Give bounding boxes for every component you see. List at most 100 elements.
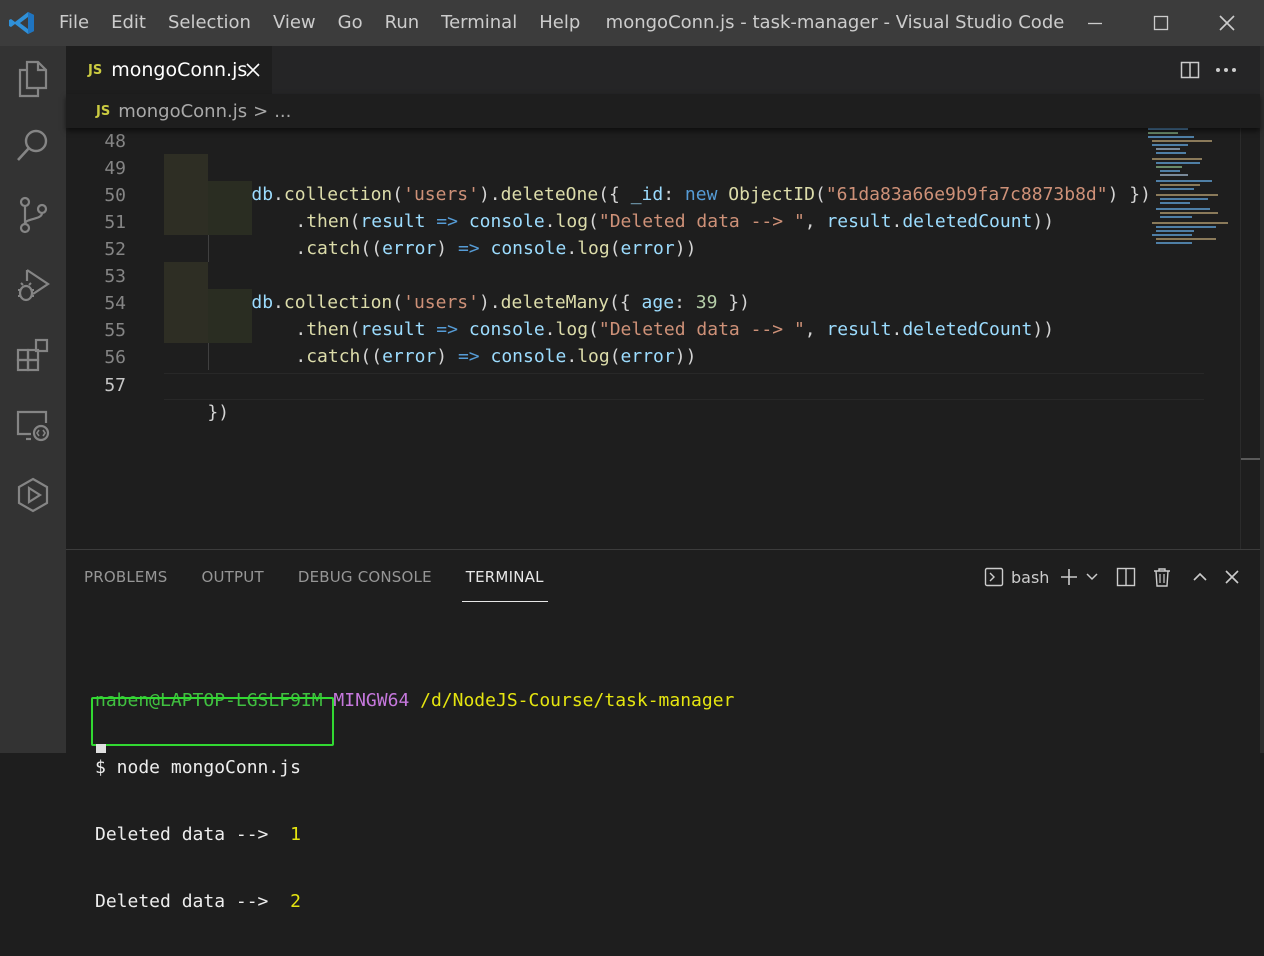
prompt-env: MINGW64 <box>333 690 410 711</box>
line-number: 48 <box>104 131 126 152</box>
indent-guide-line <box>208 343 209 370</box>
menu-go[interactable]: Go <box>327 0 374 46</box>
code-line-57: }) <box>207 402 230 423</box>
terminal-cursor <box>96 744 106 753</box>
kill-terminal-button[interactable] <box>1153 564 1171 590</box>
prompt-path: /d/NodeJS-Course/task-manager <box>420 690 735 711</box>
indent-guide-block <box>164 154 208 181</box>
menu-terminal[interactable]: Terminal <box>430 0 528 46</box>
indent-guide-block <box>164 289 208 316</box>
menu-run[interactable]: Run <box>374 0 431 46</box>
window-edge <box>1260 46 1264 753</box>
terminal-shell-selector[interactable]: bash <box>984 564 1049 590</box>
line-number: 49 <box>104 158 126 179</box>
minimize-button[interactable] <box>1062 0 1128 46</box>
editor-tab-bar: JS mongoConn.js <box>66 46 1260 94</box>
js-file-icon: JS <box>88 62 103 78</box>
terminal-output[interactable]: naben@LAPTOP-LGSLF9IM MINGW64 /d/NodeJS-… <box>95 646 734 956</box>
menu-edit[interactable]: Edit <box>100 0 157 46</box>
line-number: 53 <box>104 266 126 287</box>
output-line: Deleted data --> 2 <box>95 891 301 912</box>
maximize-panel-button[interactable] <box>1191 564 1209 590</box>
line-number: 52 <box>104 239 126 260</box>
split-terminal-icon <box>1116 567 1136 587</box>
source-control-icon <box>19 196 48 234</box>
output-line: Deleted data --> 1 <box>95 824 301 845</box>
code-editor[interactable]: 48 49 50 51 52 53 54 55 56 57 db.collect… <box>66 128 1260 549</box>
tab-label: mongoConn.js <box>111 59 248 81</box>
breadcrumb-file[interactable]: mongoConn.js <box>118 101 247 122</box>
tab-debug-console[interactable]: DEBUG CONSOLE <box>298 550 432 602</box>
tab-output[interactable]: OUTPUT <box>201 550 263 602</box>
activity-bar <box>0 46 66 753</box>
terminal-dropdown-button[interactable] <box>1085 564 1099 590</box>
menu-bar: File Edit Selection View Go Run Terminal… <box>48 0 591 46</box>
code-line-55: .catch((error) => console.log(error)) <box>295 346 697 367</box>
line-number: 50 <box>104 185 126 206</box>
chevron-up-icon <box>1193 572 1207 581</box>
activity-testing[interactable] <box>0 462 66 528</box>
shell-label: bash <box>1011 567 1050 587</box>
window-title: mongoConn.js - task-manager - Visual Stu… <box>605 12 1065 33</box>
menu-view[interactable]: View <box>262 0 327 46</box>
vscode-logo-icon <box>9 12 34 34</box>
menu-selection[interactable]: Selection <box>157 0 262 46</box>
terminal-icon <box>984 567 1004 587</box>
code-line-50: .then(result => console.log("Deleted dat… <box>295 211 1055 232</box>
minimize-icon <box>1088 22 1102 25</box>
split-editor-icon <box>1180 61 1200 79</box>
indent-guide-block <box>164 181 208 208</box>
js-file-icon: JS <box>96 103 111 119</box>
breadcrumb: JS mongoConn.js > ... <box>66 94 1260 128</box>
activity-extensions[interactable] <box>0 322 66 388</box>
line-number: 57 <box>104 375 126 396</box>
minimap[interactable] <box>1146 128 1236 248</box>
line-number: 55 <box>104 320 126 341</box>
code-line-51: .catch((error) => console.log(error)) <box>295 238 697 259</box>
code-line-54: .then(result => console.log("Deleted dat… <box>295 319 1055 340</box>
activity-remote-explorer[interactable] <box>0 392 66 458</box>
code-line-53: db.collection('users').deleteMany({ age:… <box>251 292 750 313</box>
maximize-icon <box>1153 15 1169 31</box>
close-window-button[interactable] <box>1194 0 1260 46</box>
explorer-icon <box>18 60 48 98</box>
close-tab-icon[interactable] <box>244 61 262 79</box>
line-number: 56 <box>104 347 126 368</box>
indent-guide-line <box>208 235 209 262</box>
activity-run-debug[interactable] <box>0 252 66 318</box>
activity-explorer[interactable] <box>0 46 66 112</box>
title-bar: File Edit Selection View Go Run Terminal… <box>0 0 1264 46</box>
chevron-down-icon <box>1086 573 1098 581</box>
run-debug-icon <box>18 269 50 302</box>
split-terminal-button[interactable] <box>1116 564 1136 590</box>
new-terminal-button[interactable] <box>1059 564 1079 590</box>
breadcrumb-more[interactable]: ... <box>274 101 291 122</box>
line-number: 54 <box>104 293 126 314</box>
tab-problems[interactable]: PROBLEMS <box>84 550 167 602</box>
indent-guide-block <box>164 262 208 289</box>
more-actions-button[interactable] <box>1214 58 1238 82</box>
menu-file[interactable]: File <box>48 0 100 46</box>
tab-terminal[interactable]: TERMINAL <box>461 550 548 602</box>
plus-icon <box>1061 569 1077 585</box>
code-line-49: db.collection('users').deleteOne({ _id: … <box>251 184 1151 205</box>
extensions-icon <box>16 338 49 372</box>
current-line-highlight <box>164 373 1204 400</box>
indent-guide-block <box>164 208 208 235</box>
more-icon <box>1216 68 1236 72</box>
panel-tabs: PROBLEMS OUTPUT DEBUG CONSOLE TERMINAL <box>84 550 578 602</box>
tab-mongoconn[interactable]: JS mongoConn.js <box>66 46 272 94</box>
activity-source-control[interactable] <box>0 182 66 248</box>
indent-guide-block <box>164 316 208 343</box>
menu-help[interactable]: Help <box>528 0 591 46</box>
breadcrumb-separator: > <box>253 100 269 122</box>
line-number: 51 <box>104 212 126 233</box>
split-editor-button[interactable] <box>1178 58 1202 82</box>
maximize-button[interactable] <box>1128 0 1194 46</box>
test-icon <box>17 477 49 513</box>
close-icon <box>1219 15 1235 31</box>
activity-search[interactable] <box>0 112 66 178</box>
output-highlight-box <box>91 697 334 746</box>
close-panel-button[interactable] <box>1224 564 1240 590</box>
vertical-scrollbar[interactable] <box>1240 128 1261 549</box>
